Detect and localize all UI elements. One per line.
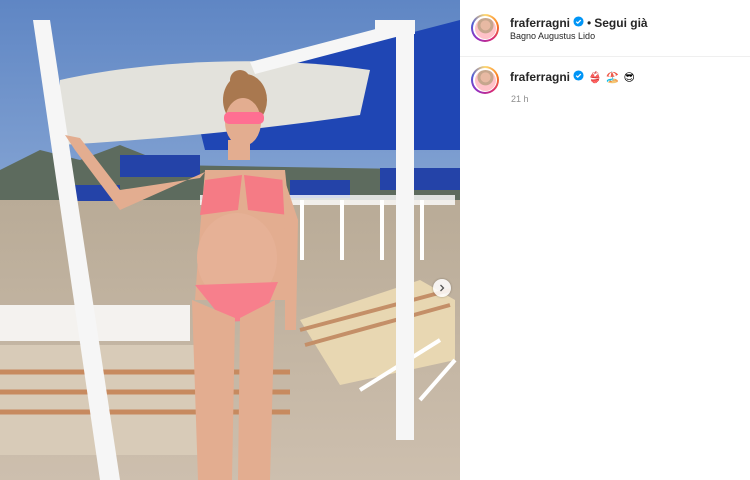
beach-photo-image xyxy=(0,0,460,480)
post-side-panel: fraferragni • Segui già Bagno Augustus L… xyxy=(460,0,750,480)
separator-dot: • xyxy=(587,16,592,30)
bikini-emoji: 👙 xyxy=(588,70,602,84)
chevron-right-icon xyxy=(440,284,445,292)
verified-badge-icon xyxy=(573,14,584,32)
post-location[interactable]: Bagno Augustus Lido xyxy=(510,31,595,41)
post-header: fraferragni • Segui già Bagno Augustus L… xyxy=(460,0,750,57)
beach-emoji: 🏖️ xyxy=(605,70,620,84)
post-photo[interactable] xyxy=(0,0,460,480)
sunglasses-emoji: 😎 xyxy=(623,70,635,84)
verified-badge-icon xyxy=(573,68,584,86)
caption-avatar[interactable] xyxy=(471,66,499,94)
post-timestamp[interactable]: 21 h xyxy=(511,94,529,104)
caption-username[interactable]: fraferragni xyxy=(510,70,570,84)
caption: fraferragni 👙 🏖️ 😎 xyxy=(510,68,635,86)
header-row: fraferragni • Segui già xyxy=(510,14,648,32)
follow-button[interactable]: Segui già xyxy=(594,16,647,30)
carousel-next-button[interactable] xyxy=(433,279,451,297)
author-username[interactable]: fraferragni xyxy=(510,16,570,30)
author-avatar[interactable] xyxy=(471,14,499,42)
